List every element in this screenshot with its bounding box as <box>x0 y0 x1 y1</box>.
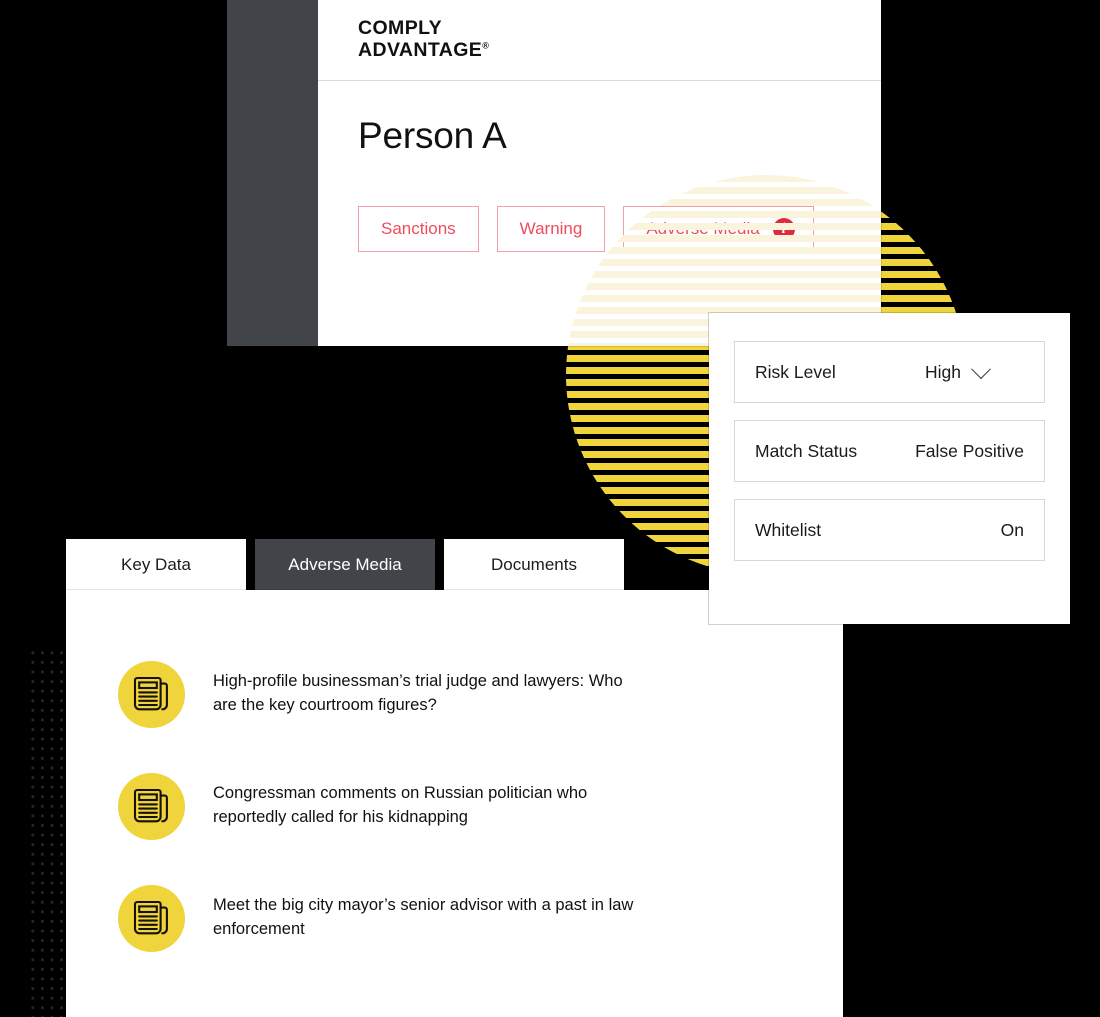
tab-label: Key Data <box>121 554 191 574</box>
chevron-down-icon[interactable] <box>971 359 991 380</box>
detail-row-whitelist[interactable]: Whitelist On <box>734 499 1045 561</box>
list-item[interactable]: High-profile businessman’s trial judge a… <box>66 658 843 730</box>
app-header: COMPLY ADVANTAGE® <box>318 0 881 81</box>
decorative-dot-grid <box>28 648 66 1017</box>
registered-trademark-icon: ® <box>482 40 489 51</box>
profile-card: COMPLY ADVANTAGE® Person A Sanctions War… <box>227 0 881 346</box>
detail-row-risk-level[interactable]: Risk Level High <box>734 341 1045 403</box>
detail-label: Whitelist <box>755 519 822 540</box>
list-item[interactable]: Congressman comments on Russian politici… <box>66 770 843 842</box>
flag-pill-label: Sanctions <box>381 219 456 238</box>
article-headline: High-profile businessman’s trial judge a… <box>213 672 623 714</box>
comply-advantage-logo: COMPLY ADVANTAGE® <box>358 17 489 62</box>
info-icon[interactable]: i <box>772 218 795 240</box>
risk-flag-list: Sanctions Warning Adverse Media i <box>358 206 881 252</box>
detail-label: Match Status <box>755 440 858 461</box>
tab-key-data[interactable]: Key Data <box>66 539 246 590</box>
flag-pill-warning[interactable]: Warning <box>496 206 606 252</box>
newspaper-icon <box>118 660 185 728</box>
flag-pill-adverse-media[interactable]: Adverse Media i <box>623 206 814 252</box>
tab-documents[interactable]: Documents <box>444 539 624 590</box>
match-detail-panel: Risk Level High Match Status False Posit… <box>709 313 1070 624</box>
page-title: Person A <box>358 115 507 156</box>
flag-pill-label: Adverse Media <box>646 219 760 238</box>
newspaper-icon <box>118 884 185 952</box>
flag-pill-label: Warning <box>519 219 583 238</box>
tab-adverse-media[interactable]: Adverse Media <box>255 539 435 590</box>
detail-value-text: High <box>925 361 961 382</box>
newspaper-icon <box>118 772 185 840</box>
background-fill-right <box>843 624 1100 1017</box>
detail-value-text: On <box>1000 519 1024 540</box>
logo-line-2: ADVANTAGE <box>358 39 483 61</box>
detail-value-text: False Positive <box>915 440 1024 461</box>
detail-row-match-status[interactable]: Match Status False Positive <box>734 420 1045 482</box>
risk-level-dropdown[interactable]: High <box>925 359 991 383</box>
tab-label: Documents <box>491 554 577 574</box>
profile-main: Person A Sanctions Warning Adverse Media… <box>318 81 881 346</box>
profile-sidebar-rail <box>227 0 318 346</box>
article-headline: Congressman comments on Russian politici… <box>213 784 588 826</box>
list-item[interactable]: Meet the big city mayor’s senior advisor… <box>66 882 843 954</box>
flag-pill-sanctions[interactable]: Sanctions <box>358 206 479 252</box>
article-headline: Meet the big city mayor’s senior advisor… <box>213 896 634 938</box>
detail-label: Risk Level <box>755 361 836 382</box>
tab-label: Adverse Media <box>288 554 402 574</box>
profile-card-body: COMPLY ADVANTAGE® Person A Sanctions War… <box>318 0 881 346</box>
logo-line-1: COMPLY <box>358 17 443 40</box>
adverse-media-list: High-profile businessman’s trial judge a… <box>66 590 843 1017</box>
